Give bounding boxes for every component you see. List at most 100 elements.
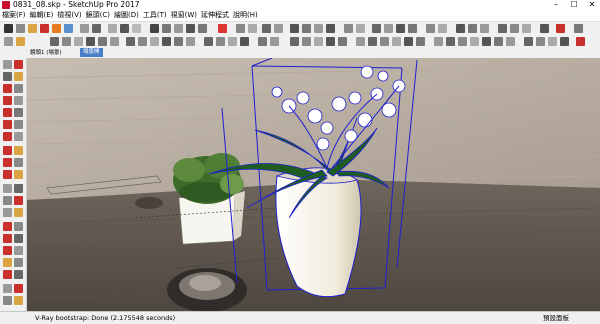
scale-icon[interactable] bbox=[186, 37, 195, 46]
two-point-arc-icon[interactable] bbox=[14, 120, 23, 129]
interactive-render-icon[interactable] bbox=[52, 24, 61, 33]
menu-view[interactable]: 檢視(V) bbox=[55, 10, 83, 21]
stop-icon[interactable] bbox=[218, 24, 227, 33]
menu-help[interactable]: 說明(H) bbox=[231, 10, 260, 21]
dimension-palette-icon[interactable] bbox=[14, 184, 23, 193]
spot-light-icon[interactable] bbox=[92, 24, 101, 33]
frame-buffer-icon[interactable] bbox=[64, 24, 73, 33]
rotated-rectangle-icon[interactable] bbox=[14, 96, 23, 105]
zoom-extents-palette-icon[interactable] bbox=[3, 246, 12, 255]
styles-icon[interactable] bbox=[498, 24, 507, 33]
arrow-select-icon[interactable] bbox=[4, 37, 13, 46]
text-tool-icon[interactable] bbox=[240, 37, 249, 46]
pie-icon[interactable] bbox=[3, 132, 12, 141]
arc-tool-icon[interactable] bbox=[3, 120, 12, 129]
arc-icon[interactable] bbox=[74, 37, 83, 46]
measure-icon[interactable] bbox=[372, 24, 381, 33]
text-palette-icon[interactable] bbox=[14, 196, 23, 205]
walk-palette-icon[interactable] bbox=[3, 270, 12, 279]
line-tool-icon[interactable] bbox=[3, 84, 12, 93]
menu-draw[interactable]: 繪圖(D) bbox=[112, 10, 141, 21]
select-icon[interactable] bbox=[262, 24, 271, 33]
menu-file[interactable]: 檔案(F) bbox=[0, 10, 28, 21]
paint-icon[interactable] bbox=[274, 24, 283, 33]
textured-icon[interactable] bbox=[494, 37, 503, 46]
close-button[interactable]: ✕ bbox=[584, 0, 600, 10]
hidden-line-icon[interactable] bbox=[510, 24, 519, 33]
minimize-button[interactable]: – bbox=[548, 0, 564, 10]
tape-tool-icon[interactable] bbox=[3, 184, 12, 193]
stamp-icon[interactable] bbox=[548, 37, 557, 46]
fog-icon[interactable] bbox=[356, 24, 365, 33]
3d-viewport[interactable] bbox=[27, 58, 600, 311]
shaded-style-icon[interactable] bbox=[482, 37, 491, 46]
top-view-icon[interactable] bbox=[368, 37, 377, 46]
sandbox-icon[interactable] bbox=[524, 37, 533, 46]
camera-icon[interactable] bbox=[236, 24, 245, 33]
maximize-button[interactable]: ☐ bbox=[566, 0, 582, 10]
mesh-clipper-icon[interactable] bbox=[198, 24, 207, 33]
select-tool-icon[interactable] bbox=[3, 60, 12, 69]
scale-tool-icon[interactable] bbox=[3, 170, 12, 179]
polygon-icon[interactable] bbox=[110, 37, 119, 46]
render-icon[interactable] bbox=[40, 24, 49, 33]
paint-bucket-icon[interactable] bbox=[14, 72, 23, 81]
zoom-window-palette-icon[interactable] bbox=[14, 234, 23, 243]
vray-logo-icon[interactable] bbox=[4, 24, 13, 33]
wireframe-icon[interactable] bbox=[458, 37, 467, 46]
rectangle-icon[interactable] bbox=[86, 37, 95, 46]
component-icon[interactable] bbox=[270, 37, 279, 46]
follow-me-icon[interactable] bbox=[138, 37, 147, 46]
eraser-icon[interactable] bbox=[258, 37, 267, 46]
iso-view-icon[interactable] bbox=[356, 37, 365, 46]
dimension-icon[interactable] bbox=[384, 24, 393, 33]
orbit-tool-icon[interactable] bbox=[290, 37, 299, 46]
infinite-plane-icon[interactable] bbox=[162, 24, 171, 33]
previous-palette-icon[interactable] bbox=[14, 246, 23, 255]
render-settings-icon[interactable] bbox=[16, 24, 25, 33]
omni-light-icon[interactable] bbox=[120, 24, 129, 33]
right-view-icon[interactable] bbox=[392, 37, 401, 46]
pan-icon[interactable] bbox=[302, 24, 311, 33]
freehand-icon[interactable] bbox=[14, 84, 23, 93]
three-point-arc-icon[interactable] bbox=[14, 132, 23, 141]
warehouse-icon[interactable] bbox=[540, 24, 549, 33]
eraser-tool-icon[interactable] bbox=[3, 72, 12, 81]
circle-icon[interactable] bbox=[98, 37, 107, 46]
position-camera-palette-icon[interactable] bbox=[3, 258, 12, 267]
trimble-icon[interactable] bbox=[576, 37, 585, 46]
look-around-palette-icon[interactable] bbox=[14, 258, 23, 267]
move-tool-icon[interactable] bbox=[3, 146, 12, 155]
move-icon[interactable] bbox=[162, 37, 171, 46]
back-view-icon[interactable] bbox=[404, 37, 413, 46]
shadow-icon[interactable] bbox=[344, 24, 353, 33]
scene-tab[interactable]: 場景開 bbox=[80, 48, 103, 57]
section-icon[interactable] bbox=[248, 24, 257, 33]
extension-icon[interactable] bbox=[556, 24, 565, 33]
monochrome-icon[interactable] bbox=[506, 37, 515, 46]
sphere-light-icon[interactable] bbox=[80, 24, 89, 33]
menu-edit[interactable]: 編輯(E) bbox=[28, 10, 56, 21]
protractor-icon[interactable] bbox=[396, 24, 405, 33]
fur-icon[interactable] bbox=[186, 24, 195, 33]
drape-icon[interactable] bbox=[560, 37, 569, 46]
back-edges-icon[interactable] bbox=[446, 37, 455, 46]
rotate-tool-icon[interactable] bbox=[3, 158, 12, 167]
ies-light-icon[interactable] bbox=[108, 24, 117, 33]
zoom-tool-icon[interactable] bbox=[314, 37, 323, 46]
offset-tool-icon[interactable] bbox=[14, 170, 23, 179]
walk-icon[interactable] bbox=[456, 24, 465, 33]
polygon-tool-icon[interactable] bbox=[14, 108, 23, 117]
axes-icon[interactable] bbox=[426, 24, 435, 33]
left-view-icon[interactable] bbox=[416, 37, 425, 46]
menu-extensions[interactable]: 延伸程式 bbox=[199, 10, 231, 21]
zoom-extents-icon[interactable] bbox=[326, 24, 335, 33]
pencil-icon[interactable] bbox=[50, 37, 59, 46]
dimension-tool-icon[interactable] bbox=[228, 37, 237, 46]
mesh-light-icon[interactable] bbox=[150, 24, 159, 33]
shaded-icon[interactable] bbox=[522, 24, 531, 33]
pan-tool-icon[interactable] bbox=[302, 37, 311, 46]
circle-tool-icon[interactable] bbox=[3, 108, 12, 117]
light-icon[interactable] bbox=[28, 24, 37, 33]
dome-light-icon[interactable] bbox=[132, 24, 141, 33]
